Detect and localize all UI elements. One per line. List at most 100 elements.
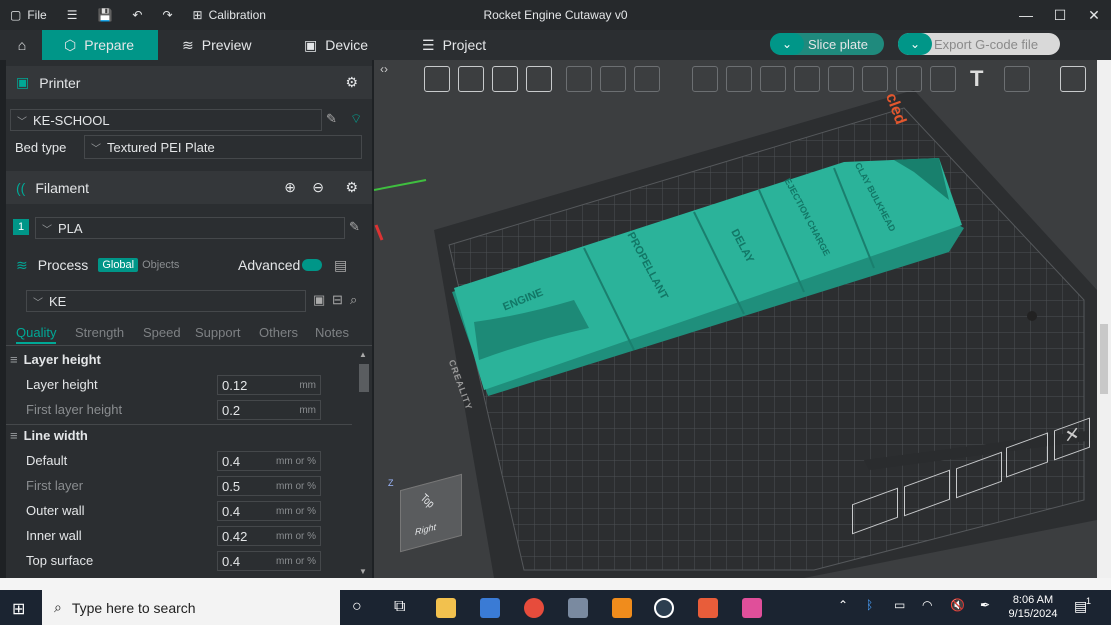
layer-height-input[interactable]: 0.12 mm [217,375,321,395]
calculator-icon[interactable] [568,598,588,618]
seam-painting-icon[interactable] [930,66,956,92]
settings-sliders-icon[interactable]: ⚙ [345,179,358,196]
outer-wall-input[interactable]: 0.4 mm or % [217,501,321,521]
rotate-icon[interactable] [726,66,752,92]
inner-wall-input[interactable]: 0.42 mm or % [217,526,321,546]
compare-presets-icon[interactable]: ▤ [334,257,347,274]
global-toggle[interactable]: Global [98,258,139,272]
subtab-notes[interactable]: Notes [315,325,349,340]
printer-select[interactable]: ﹀ KE-SCHOOL [10,109,322,131]
mesh-boolean-icon[interactable] [862,66,888,92]
wifi-icon[interactable]: ⌔ [350,111,362,127]
windows-start-icon[interactable]: ⊞ [12,599,25,619]
auto-orient-icon[interactable] [492,66,518,92]
tab-prepare[interactable]: ⬡ Prepare [42,30,158,60]
top-surface-input[interactable]: 0.4 mm or % [217,551,321,571]
first-layer-height-input[interactable]: 0.2 mm [217,400,321,420]
subtab-support[interactable]: Support [195,325,241,340]
slice-plate-button[interactable]: ⌄ Slice plate [770,33,884,55]
layer-editing-icon[interactable] [634,66,660,92]
calibration-menu[interactable]: ⊞ Calibration [183,0,276,30]
advanced-switch[interactable] [302,259,322,271]
tab-project[interactable]: ☰ Project [422,30,486,60]
hamburger-menu-icon[interactable]: ☰ [57,0,88,30]
x-axis-line [374,224,384,241]
maximize-icon[interactable]: ☐ [1043,0,1077,30]
taskbar-search-box[interactable]: ⌕ Type here to search [42,590,340,625]
add-filament-icon[interactable]: ⊕ [284,179,296,196]
home-icon[interactable]: ⌂ [8,30,36,60]
lay-on-face-icon[interactable] [794,66,820,92]
split-parts-icon[interactable] [600,66,626,92]
creality-print-icon[interactable] [654,598,674,618]
scroll-thumb[interactable] [1100,324,1108,394]
subtab-quality[interactable]: Quality [16,325,57,344]
split-objects-icon[interactable] [566,66,592,92]
file-menu[interactable]: ▢ File [0,0,57,30]
tab-preview[interactable]: ≋ Preview [182,30,252,60]
unit-label: mm [299,379,316,391]
measure-icon[interactable] [1004,66,1030,92]
bluetooth-icon[interactable]: ᛒ [866,598,873,612]
edit-icon[interactable]: ✎ [326,111,337,127]
arrange-icon[interactable] [526,66,552,92]
settings-sliders-icon[interactable]: ⚙ [345,74,358,91]
bed-type-select[interactable]: ﹀ Textured PEI Plate [84,135,362,159]
first-layer-line-width-input[interactable]: 0.5 mm or % [217,476,321,496]
notification-count: 1 [1086,596,1092,606]
close-icon[interactable]: ✕ [1077,0,1111,30]
microsoft-store-icon[interactable] [480,598,500,618]
add-plate-icon[interactable] [458,66,484,92]
volume-muted-icon[interactable]: 🔇 [950,598,965,612]
fusion-icon[interactable] [612,598,632,618]
filament-select[interactable]: ﹀ PLA [35,217,345,239]
subtab-strength[interactable]: Strength [75,325,124,340]
edit-icon[interactable]: ✎ [349,219,360,235]
assembly-icon[interactable] [1060,66,1086,92]
task-view-icon[interactable]: ⧉ [394,598,405,616]
scale-icon[interactable] [760,66,786,92]
search-icon[interactable]: ⌕ [350,292,357,308]
clock[interactable]: 8:06 AM 9/15/2024 [1006,593,1060,621]
chrome-icon[interactable] [524,598,544,618]
filament-section-header[interactable]: (( Filament ⊕ ⊖ ⚙ [6,171,372,204]
pen-icon[interactable]: ✒ [980,598,990,612]
remove-filament-icon[interactable]: ⊖ [312,179,324,196]
3d-viewport[interactable]: ENGINE PROPELLANT DELAY EJECTION CHARGE … [374,60,1097,578]
battery-icon[interactable]: ▭ [894,598,905,612]
process-preset-select[interactable]: ﹀ KE [26,290,306,312]
redo-icon[interactable]: ↷ [152,0,182,30]
slicer-app-icon[interactable] [698,598,718,618]
scroll-down-icon[interactable]: ▼ [359,567,367,576]
collapse-sidebar-icon[interactable]: ‹› [380,62,388,76]
scroll-up-icon[interactable]: ▲ [359,350,367,359]
undo-icon[interactable]: ↶ [122,0,152,30]
settings-scrollbar[interactable]: ▲ ▼ [356,348,372,578]
support-painting-icon[interactable] [896,66,922,92]
save-preset-icon[interactable]: ▣ [313,292,325,308]
printer-section-header[interactable]: ▣ Printer ⚙ [6,66,372,99]
save-icon[interactable]: 💾 [87,0,122,30]
scroll-thumb[interactable] [359,364,369,392]
wifi-icon[interactable]: ◠ [922,598,932,612]
filament-selected-value: PLA [58,220,83,236]
cortana-icon[interactable]: ○ [352,598,362,616]
subtab-others[interactable]: Others [259,325,298,340]
objects-toggle[interactable]: Objects [142,259,179,271]
chevron-down-icon: ⌄ [898,33,932,55]
add-object-icon[interactable] [424,66,450,92]
subtab-speed[interactable]: Speed [143,325,181,340]
move-icon[interactable] [692,66,718,92]
text-tool-icon[interactable]: T [970,66,996,92]
collapse-icon[interactable]: ⊟ [332,292,343,308]
window-scrollbar[interactable] [1097,60,1111,578]
tab-device[interactable]: ▣ Device [304,30,368,60]
file-explorer-icon[interactable] [436,598,456,618]
export-gcode-button[interactable]: ⌄ Export G-code file [898,33,1060,55]
show-hidden-icons-icon[interactable]: ⌃ [838,598,848,612]
default-line-width-input[interactable]: 0.4 mm or % [217,451,321,471]
minimize-icon[interactable]: — [1009,0,1043,30]
app-grid-icon[interactable] [742,598,762,618]
first-layer-line-width-value: 0.5 [222,478,241,494]
cut-icon[interactable] [828,66,854,92]
